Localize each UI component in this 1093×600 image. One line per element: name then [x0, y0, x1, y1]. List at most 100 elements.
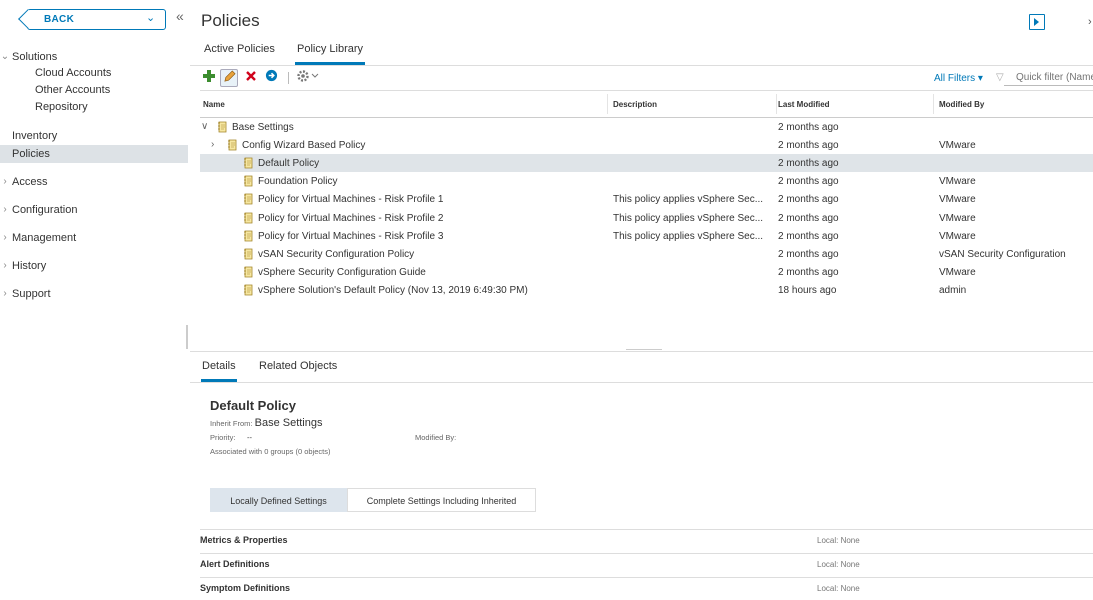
cell-last-modified: 2 months ago: [778, 122, 839, 133]
chevron-right-icon[interactable]: ›: [0, 232, 10, 243]
delete-icon[interactable]: [242, 69, 260, 87]
chevron-down-icon[interactable]: ∨: [201, 121, 208, 132]
column-separator[interactable]: [776, 94, 777, 114]
policy-icon: [243, 284, 254, 296]
sidebar-item-repository[interactable]: Repository: [35, 101, 88, 113]
column-header-description[interactable]: Description: [613, 100, 657, 109]
section-value: Local: None: [817, 560, 860, 569]
column-header-name[interactable]: Name: [203, 100, 225, 109]
sidebar-item-label: Support: [12, 288, 51, 300]
column-separator[interactable]: [607, 94, 608, 114]
cell-modified-by: VMware: [939, 194, 976, 206]
sidebar-item-cloud-accounts[interactable]: Cloud Accounts: [35, 67, 111, 79]
sidebar-item-label: Management: [12, 232, 77, 244]
sidebar-item-policies[interactable]: Policies: [0, 145, 188, 163]
table-row[interactable]: Policy for Virtual Machines - Risk Profi…: [200, 209, 1093, 227]
cell-name: Policy for Virtual Machines - Risk Profi…: [258, 230, 444, 242]
cell-modified-by: VMware: [939, 176, 976, 188]
cell-last-modified: 2 months ago: [778, 158, 839, 170]
table-row[interactable]: Policy for Virtual Machines - Risk Profi…: [200, 190, 1093, 208]
policy-icon: [243, 230, 254, 242]
all-filters-button[interactable]: All Filters ▾: [934, 73, 983, 84]
table-row[interactable]: vSphere Security Configuration Guide 2 mo…: [200, 263, 1093, 281]
section-name: Metrics & Properties: [200, 535, 288, 545]
tab-policy-library[interactable]: Policy Library: [295, 43, 366, 65]
all-filters-label: All Filters: [934, 73, 976, 84]
sidebar-item-label: History: [12, 260, 47, 272]
cell-last-modified: 2 months ago: [778, 248, 839, 260]
cell-last-modified: 2 months ago: [778, 230, 839, 242]
priority-value: --: [247, 433, 252, 442]
section-value: Local: None: [817, 584, 860, 593]
associated-groups-text: Associated with 0 groups (0 objects): [210, 447, 331, 456]
inherit-from-row: Inherit From: Base Settings: [210, 417, 322, 429]
table-row[interactable]: › Config Wizard Based Policy 2 months ago V…: [200, 136, 1093, 154]
policy-icon: [217, 121, 228, 133]
table-row[interactable]: ∨ Base Settings 2 months ago: [200, 118, 1093, 136]
back-button-label: BACK: [44, 14, 75, 25]
back-arrow-shape: [18, 9, 38, 29]
policy-icon: [243, 212, 254, 224]
policy-icon: [243, 175, 254, 187]
sidebar: BACK ⌄ « ⌄ Solutions Cloud Accounts Othe…: [0, 0, 188, 600]
settings-icon[interactable]: [294, 69, 322, 87]
cell-name: Policy for Virtual Machines - Risk Profi…: [258, 194, 444, 206]
modified-by-label: Modified By:: [415, 433, 457, 442]
chevron-right-icon[interactable]: ›: [0, 176, 10, 187]
section-row-symptom-definitions[interactable]: Symptom Definitions Local: None: [200, 577, 1093, 597]
grid-header: Name Description Last Modified Modified …: [200, 91, 1093, 118]
chevron-right-icon[interactable]: ›: [211, 139, 214, 150]
column-header-modified-by[interactable]: Modified By: [939, 100, 984, 109]
table-row[interactable]: Policy for Virtual Machines - Risk Profi…: [200, 227, 1093, 245]
import-icon[interactable]: [262, 69, 280, 87]
column-separator[interactable]: [933, 94, 934, 114]
table-row[interactable]: vSAN Security Configuration Policy 2 mont…: [200, 245, 1093, 263]
cell-last-modified: 2 months ago: [778, 140, 839, 152]
edit-icon[interactable]: [220, 69, 238, 87]
tab-complete-settings[interactable]: Complete Settings Including Inherited: [347, 488, 536, 512]
chevron-right-icon[interactable]: ›: [0, 204, 10, 215]
section-row-metrics-properties[interactable]: Metrics & Properties Local: None: [200, 529, 1093, 549]
section-row-alert-definitions[interactable]: Alert Definitions Local: None: [200, 553, 1093, 573]
toggle-panel-icon[interactable]: [1029, 14, 1045, 30]
sidebar-resize-handle[interactable]: [186, 325, 188, 349]
chevron-right-icon[interactable]: ›: [0, 260, 10, 271]
table-row[interactable]: vSphere Solution's Default Policy (Nov 1…: [200, 281, 1093, 299]
tab-related-objects[interactable]: Related Objects: [259, 360, 337, 382]
chevron-right-icon[interactable]: ›: [0, 288, 10, 299]
table-row[interactable]: Foundation Policy 2 months ago VMware: [200, 172, 1093, 190]
cell-description: This policy applies vSphere Sec...: [613, 212, 764, 224]
sidebar-item-other-accounts[interactable]: Other Accounts: [35, 84, 110, 96]
cell-name: Config Wizard Based Policy: [242, 140, 366, 152]
add-icon[interactable]: [200, 69, 218, 87]
sidebar-item-label: Access: [12, 176, 48, 188]
chevron-down-icon[interactable]: ⌄: [0, 51, 10, 62]
cell-name: vSphere Security Configuration Guide: [258, 266, 426, 278]
tab-locally-defined-settings[interactable]: Locally Defined Settings: [210, 488, 347, 512]
collapse-sidebar-icon[interactable]: «: [176, 8, 184, 24]
tab-details[interactable]: Details: [201, 360, 237, 382]
tab-divider: [190, 65, 1093, 66]
toolbar: All Filters ▾ ▽: [200, 69, 1093, 87]
table-row[interactable]: Default Policy 2 months ago: [200, 154, 1093, 173]
tab-active-policies[interactable]: Active Policies: [204, 43, 275, 65]
cell-name: Policy for Virtual Machines - Risk Profi…: [258, 212, 444, 224]
more-icon[interactable]: ›: [1088, 16, 1092, 28]
cell-name: vSphere Solution's Default Policy (Nov 1…: [258, 284, 528, 296]
cell-last-modified: 18 hours ago: [778, 284, 837, 296]
cell-last-modified: 2 months ago: [778, 176, 839, 188]
sidebar-item-inventory[interactable]: Inventory: [12, 130, 57, 142]
back-button[interactable]: BACK ⌄: [18, 9, 166, 30]
column-header-last-modified[interactable]: Last Modified: [778, 100, 830, 109]
cell-name: Default Policy: [258, 158, 320, 170]
quick-filter-input[interactable]: [1004, 70, 1093, 86]
policy-icon: [243, 193, 254, 205]
detail-tab-divider: [190, 382, 1093, 383]
cell-modified-by: VMware: [939, 266, 976, 278]
sidebar-item-label: Solutions: [12, 51, 58, 63]
policy-icon: [243, 248, 254, 260]
chevron-down-icon[interactable]: ⌄: [146, 11, 155, 24]
section-name: Alert Definitions: [200, 559, 270, 569]
sidebar-item-label: Policies: [12, 148, 50, 160]
main-content: Policies › Active Policies Policy Librar…: [190, 0, 1093, 600]
